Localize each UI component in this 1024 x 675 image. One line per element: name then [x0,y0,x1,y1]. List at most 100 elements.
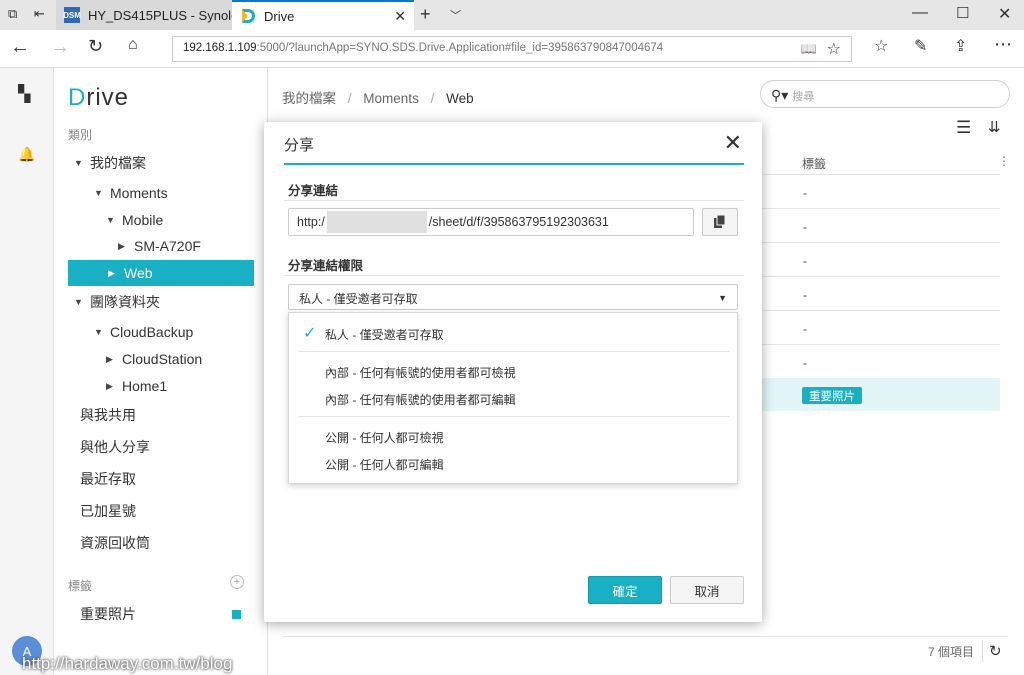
cancel-button[interactable]: 取消 [670,576,744,604]
breadcrumb-item-current: Web [446,91,474,106]
reading-view-icon[interactable]: 📖 [801,41,817,57]
column-menu-icon[interactable]: ⋮ [998,154,1010,168]
tags-cell: - [803,356,807,370]
set-aside-tabs-icon[interactable]: ⇤ [34,6,45,22]
option-public-view[interactable]: 公開 - 任何人都可檢視 [325,429,444,446]
drive-logo: Drive [68,84,130,111]
close-icon[interactable]: ✕ [724,130,742,156]
permission-selected-value: 私人 - 僅受邀者可存取 [299,292,418,306]
breadcrumb-item[interactable]: 我的檔案 [282,91,336,106]
tab-synology[interactable]: DSM HY_DS415PLUS - Synology I [56,0,232,30]
sidebar-item-team-folders[interactable]: ▼ 團隊資料夾 [54,289,268,315]
share-dialog: 分享 ✕ 分享連結 http:/ /sheet/d/f/3958637951923… [264,122,762,622]
sidebar-item-label: 與我共用 [80,407,136,423]
add-label-icon[interactable]: + [230,575,244,589]
caret-right-icon: ▶ [106,353,113,364]
forward-icon[interactable]: → [50,36,70,59]
search-input[interactable]: ⚲▾ 搜尋 [760,80,1010,108]
dsm-icon: DSM [63,7,81,23]
url-input[interactable]: 192.168.1.109:5000/?launchApp=SYNO.SDS.D… [172,36,852,62]
minimize-icon[interactable]: — [912,4,928,22]
sidebar-item-label: 我的檔案 [90,155,146,171]
close-window-icon[interactable]: ✕ [998,4,1011,24]
tab-label: Drive [264,8,295,24]
sidebar-item-cloudstation[interactable]: ▶ CloudStation [54,346,268,372]
breadcrumb: 我的檔案 / Moments / Web [282,91,474,106]
chevron-down-icon[interactable]: ﹀ [450,7,461,23]
sidebar-item-shared-with-others[interactable]: 與他人分享 [54,434,268,460]
sidebar-item-web[interactable]: ▶ Web [68,260,254,286]
sidebar-item-recycle-bin[interactable]: 資源回收筒 [54,530,268,556]
maximize-icon[interactable]: ☐ [956,4,969,22]
favorites-icon[interactable]: ☆ [874,36,888,56]
sidebar-item-label: Home1 [122,378,168,394]
tab-label: HY_DS415PLUS - Synology I [88,7,232,23]
item-count: 7 個項目 [928,645,975,659]
column-header-tags[interactable]: 標籤 [802,155,826,172]
search-icon: ⚲▾ [771,87,789,103]
caret-down-icon: ▼ [74,297,83,307]
browser-tab-bar: ⧉ ⇤ DSM HY_DS415PLUS - Synology I Drive … [0,0,1024,30]
dropdown-arrow-icon: ▼ [718,293,727,303]
back-icon[interactable]: ← [10,36,30,59]
permission-dropdown: ✓ 私人 - 僅受邀者可存取 內部 - 任何有帳號的使用者都可檢視 內部 - 任… [288,312,738,484]
tab-actions-icon[interactable]: ⧉ [8,6,17,22]
labels-heading: 標籤 [68,579,93,593]
copy-link-button[interactable] [702,208,738,236]
drive-icon [240,8,256,24]
new-tab-icon[interactable]: + [420,4,431,25]
sidebar-item-label: Web [124,265,153,281]
category-heading: 類別 [68,128,93,142]
caret-down-icon: ▼ [94,327,103,337]
sidebar-item-cloudbackup[interactable]: ▼ CloudBackup [54,319,268,345]
label-color-swatch [232,610,241,619]
sidebar-item-sm-a720f[interactable]: ▶ SM-A720F [54,233,268,259]
sidebar-item-label: SM-A720F [134,238,201,254]
sidebar-item-label: Moments [110,185,168,201]
tags-cell: - [803,220,807,234]
option-internal-view[interactable]: 內部 - 任何有帳號的使用者都可檢視 [325,364,516,381]
sidebar-item-my-files[interactable]: ▼ 我的檔案 [54,150,268,176]
sidebar-item-shared-with-me[interactable]: 與我共用 [54,402,268,428]
check-icon: ✓ [303,325,317,342]
share-link-field[interactable]: http:/ /sheet/d/f/395863795192303631 [288,208,694,236]
share-link-heading: 分享連結 [288,184,339,198]
sidebar-item-recent[interactable]: 最近存取 [54,466,268,492]
caret-down-icon: ▼ [74,158,83,168]
permission-select[interactable]: 私人 - 僅受邀者可存取 ▼ [288,284,738,310]
breadcrumb-item[interactable]: Moments [363,91,419,106]
more-icon[interactable]: ⋯ [994,34,1012,55]
home-icon[interactable]: ⌂ [128,36,138,54]
close-tab-icon[interactable]: ✕ [394,8,406,25]
refresh-list-icon[interactable]: ↻ [989,642,1002,660]
pen-icon[interactable]: ✎ [914,36,927,56]
caret-right-icon: ▶ [108,267,115,278]
sidebar-item-label: 資源回收筒 [80,535,150,551]
list-view-icon[interactable]: ☰ [956,118,971,138]
table-row-selected[interactable] [760,378,1000,411]
share-icon[interactable]: ⇪ [954,36,967,56]
copy-icon [714,215,726,228]
option-internal-edit[interactable]: 內部 - 任何有帳號的使用者都可編輯 [325,391,516,408]
ok-button[interactable]: 確定 [588,576,662,604]
tags-cell: - [803,186,807,200]
option-private[interactable]: 私人 - 僅受邀者可存取 [325,326,444,343]
sidebar-item-starred[interactable]: 已加星號 [54,498,268,524]
sidebar-item-label: CloudStation [122,351,203,367]
watermark-text: http://hardaway.com.tw/blog [22,654,233,673]
sort-icon[interactable]: ⇊ [988,118,1001,136]
tab-drive[interactable]: Drive ✕ [232,0,414,30]
refresh-icon[interactable]: ↻ [88,36,103,57]
sidebar-item-moments[interactable]: ▼ Moments [54,180,268,206]
sidebar-item-home1[interactable]: ▶ Home1 [54,373,268,399]
permission-heading: 分享連結權限 [288,259,364,273]
sidebar-item-label: 最近存取 [80,471,136,487]
app-rail: ▚ 🔔 A [0,68,54,675]
dashboard-icon[interactable]: ▚ [18,84,30,104]
bell-icon[interactable]: 🔔 [18,146,35,163]
link-suffix: /sheet/d/f/395863795192303631 [428,215,609,229]
sidebar-item-mobile[interactable]: ▼ Mobile [54,207,268,233]
option-public-edit[interactable]: 公開 - 任何人都可編輯 [325,456,444,473]
star-icon[interactable]: ☆ [827,39,841,59]
tags-cell: - [803,288,807,302]
